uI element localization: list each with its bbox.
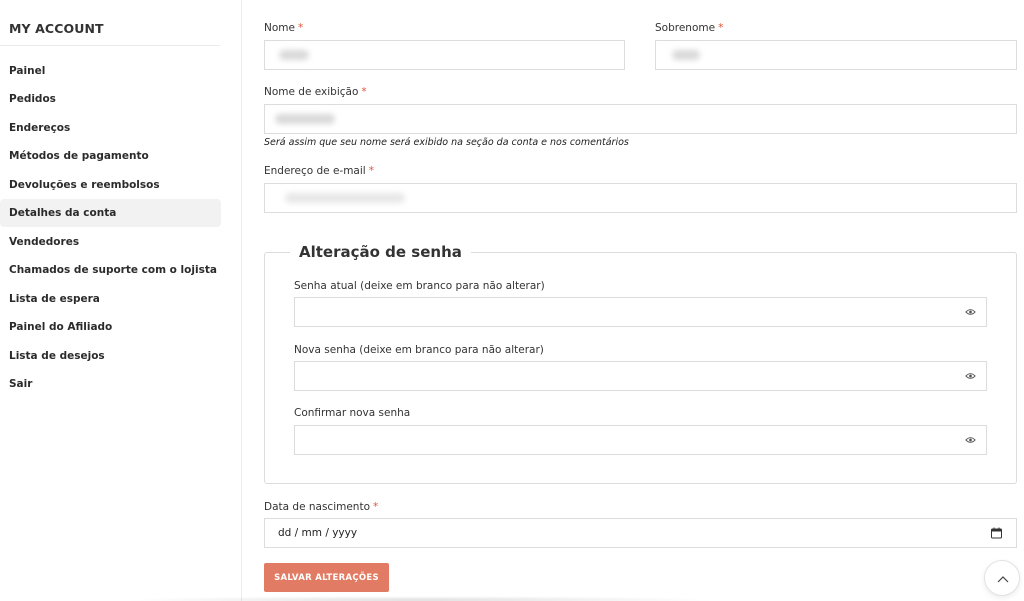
first-name-input[interactable]: [264, 40, 625, 70]
required-mark: *: [368, 165, 374, 177]
eye-icon[interactable]: [965, 436, 976, 444]
sidebar-item-sair[interactable]: Sair: [0, 370, 221, 398]
first-name-label-text: Nome: [264, 22, 295, 34]
last-name-input[interactable]: [655, 40, 1017, 70]
confirm-password-input[interactable]: [294, 425, 987, 455]
display-name-hint: Será assim que seu nome será exibido na …: [264, 137, 629, 148]
current-password-label: Senha atual (deixe em branco para não al…: [294, 280, 545, 292]
current-password-input[interactable]: [294, 297, 987, 327]
birthdate-input[interactable]: dd / mm / yyyy: [264, 518, 1017, 548]
sidebar-title: MY ACCOUNT: [9, 21, 104, 36]
required-mark: *: [718, 22, 724, 34]
bottom-shadow: [120, 596, 720, 601]
sidebar-item-enderecos[interactable]: Endereços: [0, 114, 221, 142]
sidebar-item-lista-desejos[interactable]: Lista de desejos: [0, 342, 221, 370]
scroll-to-top-button[interactable]: [984, 560, 1020, 596]
last-name-label-text: Sobrenome: [655, 22, 716, 34]
required-mark: *: [297, 22, 304, 34]
birthdate-label: Data de nascimento *: [264, 501, 378, 513]
first-name-label: Nome *: [264, 22, 303, 34]
sidebar-item-devolucoes[interactable]: Devoluções e reembolsos: [0, 171, 221, 199]
required-mark: *: [361, 86, 367, 98]
save-changes-button[interactable]: SALVAR ALTERAÇÕES: [264, 563, 389, 592]
sidebar-divider: [0, 45, 220, 46]
redacted-value: [275, 114, 335, 124]
redacted-value: [279, 50, 309, 60]
eye-icon[interactable]: [965, 372, 976, 380]
sidebar-item-detalhes-conta[interactable]: Detalhes da conta: [0, 199, 221, 227]
new-password-input[interactable]: [294, 361, 987, 391]
password-change-legend: Alteração de senha: [290, 242, 471, 262]
display-name-label-text: Nome de exibição: [264, 86, 359, 98]
last-name-label: Sobrenome *: [655, 22, 723, 34]
required-mark: *: [373, 501, 379, 513]
birthdate-label-text: Data de nascimento: [264, 501, 371, 513]
eye-icon[interactable]: [965, 308, 976, 316]
redacted-value: [672, 50, 700, 60]
sidebar-item-chamados[interactable]: Chamados de suporte com o lojista: [0, 256, 221, 284]
chevron-up-icon: [997, 576, 1009, 583]
email-input[interactable]: [264, 183, 1017, 213]
new-password-label: Nova senha (deixe em branco para não alt…: [294, 344, 544, 356]
sidebar-item-pedidos[interactable]: Pedidos: [0, 85, 221, 113]
sidebar-item-painel[interactable]: Painel: [0, 57, 221, 85]
display-name-label: Nome de exibição *: [264, 86, 367, 98]
sidebar-item-lista-espera[interactable]: Lista de espera: [0, 285, 221, 313]
account-sidebar: MY ACCOUNT Painel Pedidos Endereços Méto…: [0, 0, 242, 601]
sidebar-item-vendedores[interactable]: Vendedores: [0, 228, 221, 256]
sidebar-item-metodos-pagamento[interactable]: Métodos de pagamento: [0, 142, 221, 170]
confirm-password-label: Confirmar nova senha: [294, 407, 411, 419]
redacted-value: [285, 193, 405, 203]
calendar-icon[interactable]: [991, 527, 1002, 539]
email-label-text: Endereço de e-mail: [264, 165, 366, 177]
display-name-input[interactable]: [264, 104, 1017, 134]
sidebar-item-painel-afiliado[interactable]: Painel do Afiliado: [0, 313, 221, 341]
email-label: Endereço de e-mail *: [264, 165, 374, 177]
birthdate-value: dd / mm / yyyy: [278, 527, 358, 539]
